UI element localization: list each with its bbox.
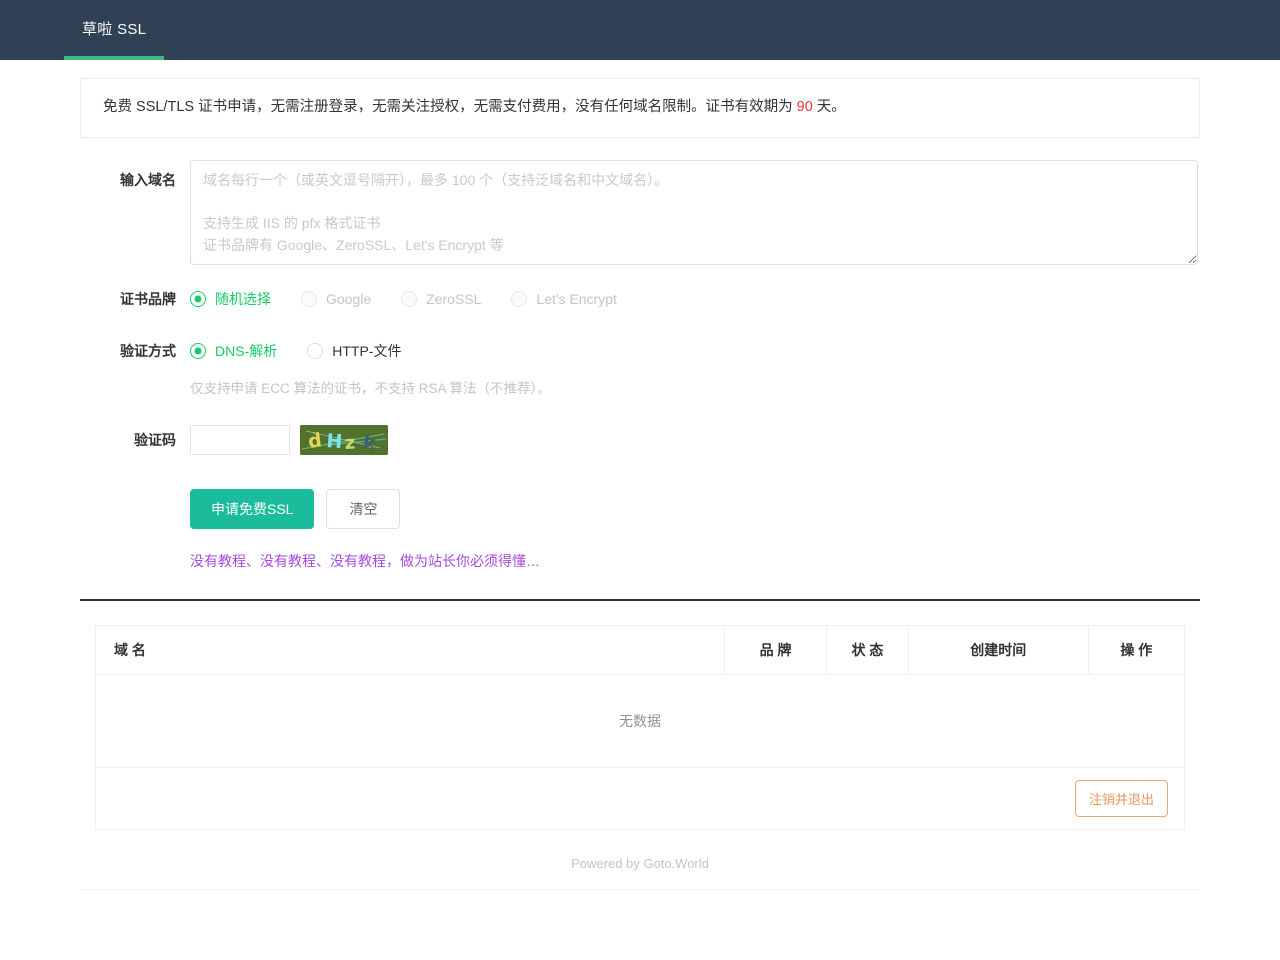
table-header-row: 域 名 品 牌 状 态 创建时间 操 作 — [96, 626, 1184, 675]
verify-radio-group: DNS-解析 HTTP-文件 — [190, 331, 1200, 371]
clear-button[interactable]: 清空 — [326, 489, 401, 529]
ssl-request-form: 输入域名 证书品牌 随机选择 Google — [80, 138, 1200, 571]
footer-text: Powered by Goto.World — [571, 856, 709, 871]
verify-radio-dns-label: DNS-解析 — [215, 342, 278, 359]
brand-radio-zerossl[interactable]: ZeroSSL — [401, 290, 482, 307]
page-footer: Powered by Goto.World — [80, 830, 1200, 890]
brand-radio-random-label: 随机选择 — [215, 290, 271, 307]
brand-radio-zerossl-label: ZeroSSL — [426, 290, 482, 307]
radio-dot-icon — [190, 290, 206, 307]
certificates-table-wrapper: 域 名 品 牌 状 态 创建时间 操 作 无数据 注销并退出 — [95, 625, 1185, 830]
brand-radio-google-label: Google — [326, 290, 372, 307]
brand-row: 证书品牌 随机选择 Google ZeroSSL Let's Encrypt — [80, 279, 1200, 319]
table-header-brand: 品 牌 — [724, 626, 828, 675]
captcha-image[interactable]: d H z k — [300, 425, 388, 455]
radio-dot-icon — [401, 290, 418, 307]
alert-text-before: 免费 SSL/TLS 证书申请，无需注册登录，无需关注授权，无需支付费用，没有任… — [103, 99, 797, 115]
brand-control: 随机选择 Google ZeroSSL Let's Encrypt — [190, 279, 1200, 319]
captcha-label: 验证码 — [134, 432, 176, 448]
verify-radio-http-label: HTTP-文件 — [332, 342, 402, 359]
section-divider — [80, 599, 1200, 601]
table-header-domain: 域 名 — [96, 626, 726, 675]
radio-dot-icon — [307, 342, 324, 359]
domain-label: 输入域名 — [120, 171, 176, 188]
nav-brand-label: 草啦 SSL — [82, 20, 147, 38]
brand-radio-letsencrypt-label: Let's Encrypt — [536, 290, 617, 307]
brand-label: 证书品牌 — [120, 290, 176, 307]
certificates-table: 域 名 品 牌 状 态 创建时间 操 作 无数据 — [96, 626, 1184, 768]
alert-text-after: 天。 — [812, 99, 846, 115]
table-empty-text: 无数据 — [96, 674, 1184, 768]
form-actions: 申请免费SSL 清空 — [80, 489, 1200, 529]
alert-highlight-days: 90 — [796, 99, 813, 115]
radio-dot-icon — [190, 342, 206, 359]
table-head: 域 名 品 牌 状 态 创建时间 操 作 — [96, 626, 1184, 675]
captcha-row: 验证码 d H z k — [80, 425, 1200, 455]
verify-control: DNS-解析 HTTP-文件 仅支持申请 ECC 算法的证书，不支持 RSA 算… — [190, 331, 1200, 399]
captcha-input[interactable] — [190, 425, 290, 455]
domain-control — [190, 159, 1200, 265]
table-header-status: 状 态 — [826, 626, 909, 675]
table-header-created: 创建时间 — [908, 626, 1089, 675]
brand-radio-letsencrypt[interactable]: Let's Encrypt — [511, 290, 617, 307]
brand-radio-google[interactable]: Google — [301, 290, 372, 307]
verify-radio-http[interactable]: HTTP-文件 — [307, 341, 401, 361]
svg-text:z: z — [344, 432, 356, 454]
verify-hint: 仅支持申请 ECC 算法的证书，不支持 RSA 算法（不推荐）。 — [190, 380, 551, 396]
table-header-action: 操 作 — [1088, 626, 1184, 675]
radio-dot-icon — [301, 290, 317, 307]
submit-ssl-button[interactable]: 申请免费SSL — [190, 489, 315, 529]
brand-radio-group: 随机选择 Google ZeroSSL Let's Encrypt — [190, 279, 1200, 319]
verify-row: 验证方式 DNS-解析 HTTP-文件 仅支持申请 ECC 算法的证书，不支持 … — [80, 331, 1200, 399]
nav-brand-tab[interactable]: 草啦 SSL — [64, 0, 165, 60]
verify-label: 验证方式 — [120, 342, 176, 359]
table-body: 无数据 — [96, 674, 1184, 768]
top-navbar: 草啦 SSL — [0, 0, 1280, 60]
verify-radio-dns[interactable]: DNS-解析 — [190, 341, 277, 361]
domain-row: 输入域名 — [80, 159, 1200, 265]
tutorial-link[interactable]: 没有教程、没有教程、没有教程，做为站长你必须得懂… — [80, 551, 1200, 571]
radio-dot-icon — [511, 290, 528, 307]
svg-text:H: H — [326, 430, 343, 453]
info-alert: 免费 SSL/TLS 证书申请，无需注册登录，无需关注授权，无需支付费用，没有任… — [80, 78, 1200, 138]
table-empty-row: 无数据 — [96, 674, 1184, 768]
brand-radio-random[interactable]: 随机选择 — [190, 289, 271, 309]
domain-input[interactable] — [190, 159, 1198, 265]
table-footer: 注销并退出 — [96, 768, 1184, 830]
logout-button[interactable]: 注销并退出 — [1074, 780, 1168, 817]
main-container: 免费 SSL/TLS 证书申请，无需注册登录，无需关注授权，无需支付费用，没有任… — [80, 78, 1200, 830]
